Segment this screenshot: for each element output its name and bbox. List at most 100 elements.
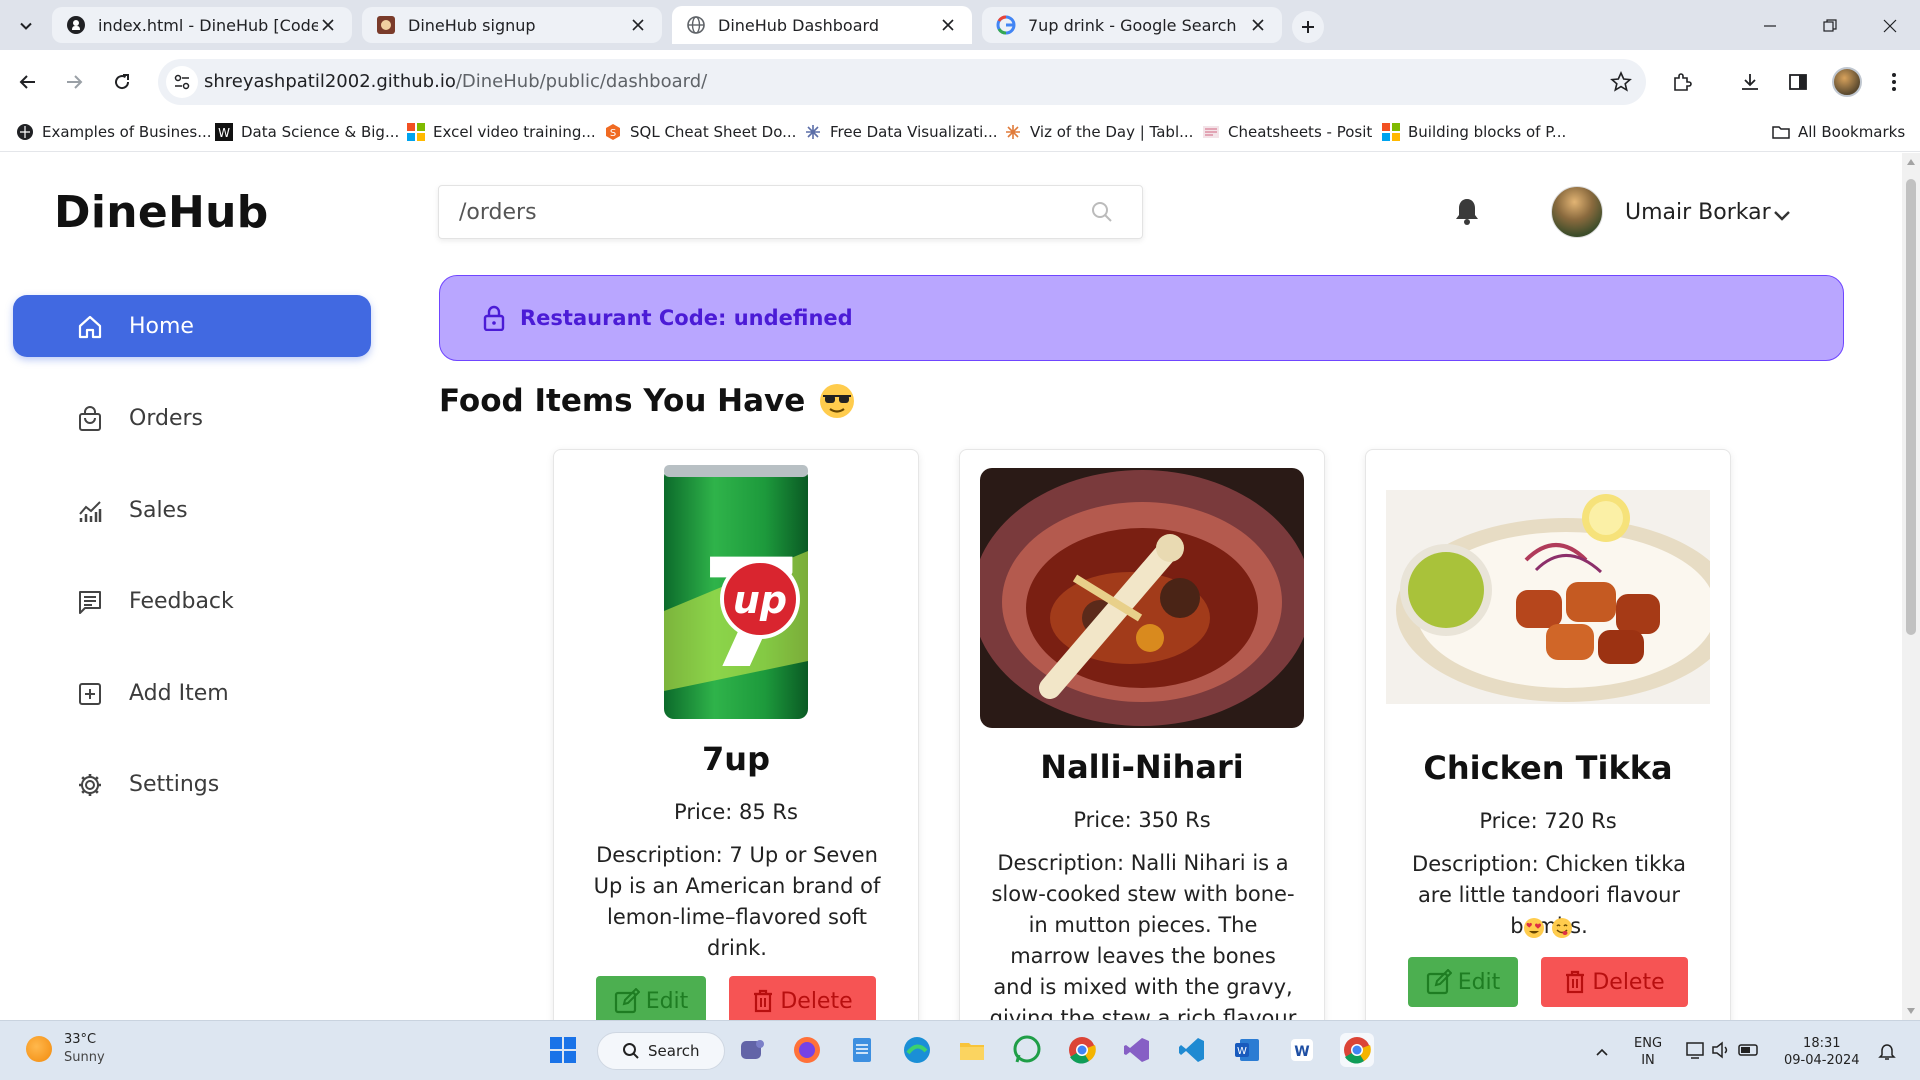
close-tab-icon[interactable] xyxy=(1248,15,1268,35)
tab-search-chevron-icon[interactable] xyxy=(12,12,40,40)
food-item-card: Chicken Tikka Price: 720 Rs Description:… xyxy=(1365,449,1731,1020)
bookmark-item[interactable]: W Data Science & Big... xyxy=(215,123,399,141)
bookmark-item[interactable]: Excel video training... xyxy=(407,123,596,141)
scroll-up-icon[interactable] xyxy=(1907,159,1915,165)
edge-icon[interactable] xyxy=(900,1033,934,1067)
bookmark-item[interactable]: Cheatsheets - Posit xyxy=(1202,123,1372,141)
chicken-tikka-image xyxy=(1386,490,1710,704)
restore-icon[interactable] xyxy=(1816,12,1844,40)
sidebar-item-home[interactable]: Home xyxy=(13,295,371,357)
visual-studio-icon[interactable] xyxy=(1120,1033,1154,1067)
user-name[interactable]: Umair Borkar xyxy=(1625,200,1771,225)
close-window-icon[interactable] xyxy=(1876,12,1904,40)
tab-codespace[interactable]: index.html - DineHub [Codespa xyxy=(52,7,352,43)
notification-bell-icon[interactable] xyxy=(1454,197,1480,225)
tab-signup[interactable]: DineHub signup xyxy=(362,7,662,43)
profile-avatar[interactable] xyxy=(1832,67,1862,97)
bookmark-item[interactable]: Building blocks of P... xyxy=(1382,123,1566,141)
weather-widget[interactable]: 33°C Sunny xyxy=(26,1031,105,1067)
more-menu-icon[interactable] xyxy=(1882,70,1906,94)
scrollbar-thumb[interactable] xyxy=(1906,179,1916,635)
chrome-active-icon[interactable] xyxy=(1340,1033,1374,1067)
sidebar-item-settings[interactable]: Settings xyxy=(13,753,371,815)
chrome-icon[interactable] xyxy=(1065,1033,1099,1067)
search-input[interactable] xyxy=(459,196,1059,228)
bookmark-item[interactable]: Free Data Visualizati... xyxy=(804,123,998,141)
page-scrollbar[interactable] xyxy=(1902,153,1920,1020)
all-bookmarks[interactable]: All Bookmarks xyxy=(1772,123,1905,141)
delete-button-label: Delete xyxy=(1592,969,1665,995)
tab-title: DineHub Dashboard xyxy=(718,15,879,35)
lock-icon xyxy=(483,305,505,331)
food-item-description: Description: Nalli Nihari is a slow-cook… xyxy=(989,851,1297,1020)
url-text[interactable]: shreyashpatil2002.github.io/DineHub/publ… xyxy=(204,71,707,92)
teams-icon[interactable] xyxy=(735,1033,769,1067)
address-bar[interactable]: shreyashpatil2002.github.io/DineHub/publ… xyxy=(158,59,1646,105)
sunglasses-emoji-icon xyxy=(820,384,855,418)
windows-start-icon[interactable] xyxy=(546,1033,580,1067)
notepad-icon[interactable] xyxy=(845,1033,879,1067)
sidebar-item-sales[interactable]: Sales xyxy=(13,479,371,541)
chevron-up-icon[interactable] xyxy=(1585,1035,1619,1069)
firefox-icon[interactable] xyxy=(790,1033,824,1067)
notification-bell-icon[interactable] xyxy=(1870,1035,1904,1069)
close-tab-icon[interactable] xyxy=(318,15,338,35)
tableau-logo-icon xyxy=(806,125,820,139)
whatsapp-icon[interactable] xyxy=(1010,1033,1044,1067)
delete-button[interactable]: Delete xyxy=(729,976,876,1020)
sidebar-item-add-item[interactable]: Add Item xyxy=(13,662,371,724)
bookmark-item[interactable]: Viz of the Day | Tabl... xyxy=(1004,123,1193,141)
sidebar-item-label: Sales xyxy=(129,497,188,523)
folder-icon xyxy=(1772,126,1790,139)
close-tab-icon[interactable] xyxy=(628,15,648,35)
forward-arrow-icon[interactable] xyxy=(58,66,90,98)
sidebar-item-feedback[interactable]: Feedback xyxy=(13,570,371,632)
minimize-icon[interactable] xyxy=(1756,12,1784,40)
feedback-message-icon xyxy=(79,591,101,614)
language-indicator[interactable]: ENG IN xyxy=(1634,1035,1662,1069)
app-logo[interactable]: DineHub xyxy=(54,187,269,238)
extensions-puzzle-icon[interactable] xyxy=(1670,70,1694,94)
shopping-bag-icon xyxy=(79,406,101,431)
svg-text:up: up xyxy=(733,578,787,622)
bookmark-star-icon[interactable] xyxy=(1610,71,1632,93)
edit-button-label: Edit xyxy=(645,988,689,1014)
site-info-icon[interactable] xyxy=(166,66,198,98)
edit-icon xyxy=(1426,969,1452,995)
heart-eyes-emoji-icon xyxy=(1524,918,1544,938)
new-tab-button[interactable] xyxy=(1292,11,1324,43)
bookmark-label: Cheatsheets - Posit xyxy=(1228,123,1373,141)
search-icon[interactable] xyxy=(1090,200,1114,224)
clock[interactable]: 18:31 09-04-2024 xyxy=(1784,1035,1860,1069)
word-icon[interactable]: W xyxy=(1230,1033,1264,1067)
bookmark-item[interactable]: Examples of Busines... xyxy=(16,123,212,141)
reload-icon[interactable] xyxy=(106,66,138,98)
weather-temperature: 33°C xyxy=(64,1032,97,1047)
food-item-name: Chicken Tikka xyxy=(1423,749,1673,787)
edit-button[interactable]: Edit xyxy=(1408,957,1518,1007)
tab-google-search[interactable]: 7up drink - Google Search xyxy=(982,7,1282,43)
back-arrow-icon[interactable] xyxy=(12,66,44,98)
file-explorer-icon[interactable] xyxy=(955,1033,989,1067)
sidebar-item-label: Settings xyxy=(129,771,220,797)
gear-icon xyxy=(79,774,101,796)
vscode-icon[interactable] xyxy=(1175,1033,1209,1067)
scroll-down-icon[interactable] xyxy=(1907,1008,1915,1014)
taskbar-search[interactable]: Search xyxy=(597,1032,725,1070)
side-panel-icon[interactable] xyxy=(1786,70,1810,94)
food-item-price: Price: 720 Rs xyxy=(1479,809,1617,833)
download-icon[interactable] xyxy=(1738,70,1762,94)
sidebar-item-orders[interactable]: Orders xyxy=(13,387,371,449)
user-avatar[interactable] xyxy=(1551,186,1603,238)
tab-dashboard[interactable]: DineHub Dashboard xyxy=(672,6,972,44)
chevron-down-icon[interactable] xyxy=(1770,203,1794,227)
close-tab-icon[interactable] xyxy=(938,15,958,35)
tab-title: index.html - DineHub [Codespa xyxy=(98,15,318,35)
bookmark-item[interactable]: S SQL Cheat Sheet Do... xyxy=(604,123,796,141)
system-tray-icons[interactable] xyxy=(1683,1033,1763,1067)
edit-button[interactable]: Edit xyxy=(596,976,706,1020)
svg-text:S: S xyxy=(610,128,616,139)
restaurant-code-banner: Restaurant Code: undefined xyxy=(439,275,1844,361)
delete-button[interactable]: Delete xyxy=(1541,957,1688,1007)
app-w-icon[interactable]: W xyxy=(1285,1033,1319,1067)
